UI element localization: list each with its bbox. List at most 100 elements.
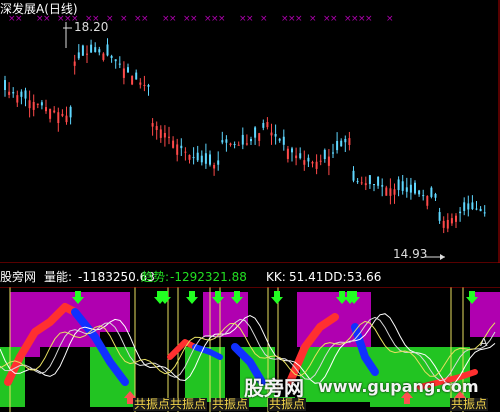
candle-up (168, 136, 170, 138)
candle-down (282, 136, 285, 145)
period-label: (日线) (44, 2, 78, 16)
candle-down (209, 154, 211, 165)
candle-up (184, 151, 187, 153)
low-price-label: 14.93 (393, 247, 428, 261)
candle-up (36, 103, 39, 105)
candle-down (196, 152, 199, 161)
candle-up (131, 76, 134, 85)
watermark-url: www.gupang.com (318, 377, 479, 396)
candle-up (286, 148, 289, 159)
candle-up (245, 143, 248, 145)
candle-down (118, 63, 121, 65)
candle-up (102, 53, 105, 60)
candle-down (414, 182, 416, 194)
candle-down (323, 149, 326, 159)
candle-up (155, 126, 158, 130)
candle-down (94, 47, 97, 53)
candle-down (200, 155, 203, 163)
candle-down (69, 106, 72, 118)
high-price-label: 18.20 (74, 20, 109, 34)
signal-cross-marker: × (218, 14, 226, 24)
candle-down (180, 145, 183, 149)
candle-down (262, 122, 265, 128)
candle-up (139, 82, 142, 85)
candle-down (352, 170, 355, 181)
candle-down (250, 139, 252, 142)
resonance-point-label: 共振点 (133, 397, 172, 411)
signal-cross-marker: × (190, 14, 198, 24)
signal-cross-marker: × (120, 14, 128, 24)
candle-down (356, 181, 359, 183)
signal-cross-marker: × (386, 14, 394, 24)
candle-down (254, 127, 257, 138)
candle-down (463, 202, 466, 211)
candle-up (28, 100, 31, 109)
candle-down (40, 102, 43, 106)
candle-down (471, 202, 474, 210)
candle-up (311, 161, 314, 164)
candle-up (65, 115, 68, 123)
candle-down (110, 55, 113, 59)
candle-down (98, 49, 101, 53)
candle-down (274, 133, 277, 137)
candle-down (405, 187, 408, 192)
candle-down (422, 195, 425, 197)
trend-value: -1292321.88 (170, 270, 247, 284)
candle-down (233, 143, 236, 145)
candle-down (373, 184, 375, 186)
candlestick-chart[interactable]: × × × × × × × × × × × × × × × × × × × × × × × × × × × × × × × × × × (0, 0, 500, 263)
gap-black (135, 287, 175, 412)
candle-down (397, 179, 400, 191)
candle-up (8, 91, 11, 95)
candle-up (270, 132, 273, 136)
dd-label: DD: (324, 270, 347, 284)
candle-up (86, 53, 88, 55)
price-panel[interactable]: × × × × × × × × × × × × × × × × × × × × × × × × × × × × × × × × × × 深发展A(… (0, 0, 500, 263)
candle-down (24, 90, 27, 99)
candle-up (122, 68, 125, 78)
down-arrow-icon (186, 291, 198, 304)
signal-cross-marker: × (169, 14, 177, 24)
candle-down (20, 91, 23, 97)
candle-down (217, 160, 220, 165)
candle-up (53, 110, 56, 113)
candle-down (409, 184, 412, 193)
candle-down (336, 141, 339, 151)
candle-up (348, 138, 351, 146)
dd-value: 53.66 (347, 270, 382, 284)
candle-down (106, 44, 109, 56)
candle-down (12, 92, 15, 94)
volume-label: 量能: (44, 270, 73, 284)
candle-up (385, 187, 388, 196)
candle-down (114, 59, 117, 62)
a-marker-label: A (480, 336, 488, 349)
candle-down (479, 208, 482, 212)
kk-label: KK: (266, 270, 286, 284)
candle-up (327, 156, 330, 166)
signal-cross-marker: × (330, 14, 338, 24)
signal-cross-marker: × (295, 14, 303, 24)
signal-cross-marker: × (246, 14, 254, 24)
signal-cross-marker: × (260, 14, 268, 24)
candle-up (295, 155, 298, 159)
arrow-right-icon (440, 254, 445, 260)
candle-down (127, 67, 129, 73)
candle-down (278, 138, 281, 141)
candle-down (467, 203, 470, 210)
candle-up (229, 143, 232, 146)
candle-down (225, 139, 228, 143)
candle-down (475, 208, 478, 210)
signal-cross-marker: × (365, 14, 373, 24)
resonance-point-label: 共振点 (450, 397, 489, 411)
candle-down (459, 211, 462, 214)
candle-down (81, 45, 84, 56)
candle-down (344, 138, 347, 143)
candle-down (135, 72, 138, 80)
indicator-info-bar: 股旁网 量能: -1183250.63 趋势: -1292321.88 KK: … (0, 270, 500, 285)
resonance-point-label: 共振点 (169, 397, 208, 411)
candle-up (163, 133, 166, 138)
candle-up (61, 113, 64, 116)
candle-up (16, 95, 19, 103)
candle-down (340, 140, 343, 147)
candle-down (4, 80, 6, 90)
